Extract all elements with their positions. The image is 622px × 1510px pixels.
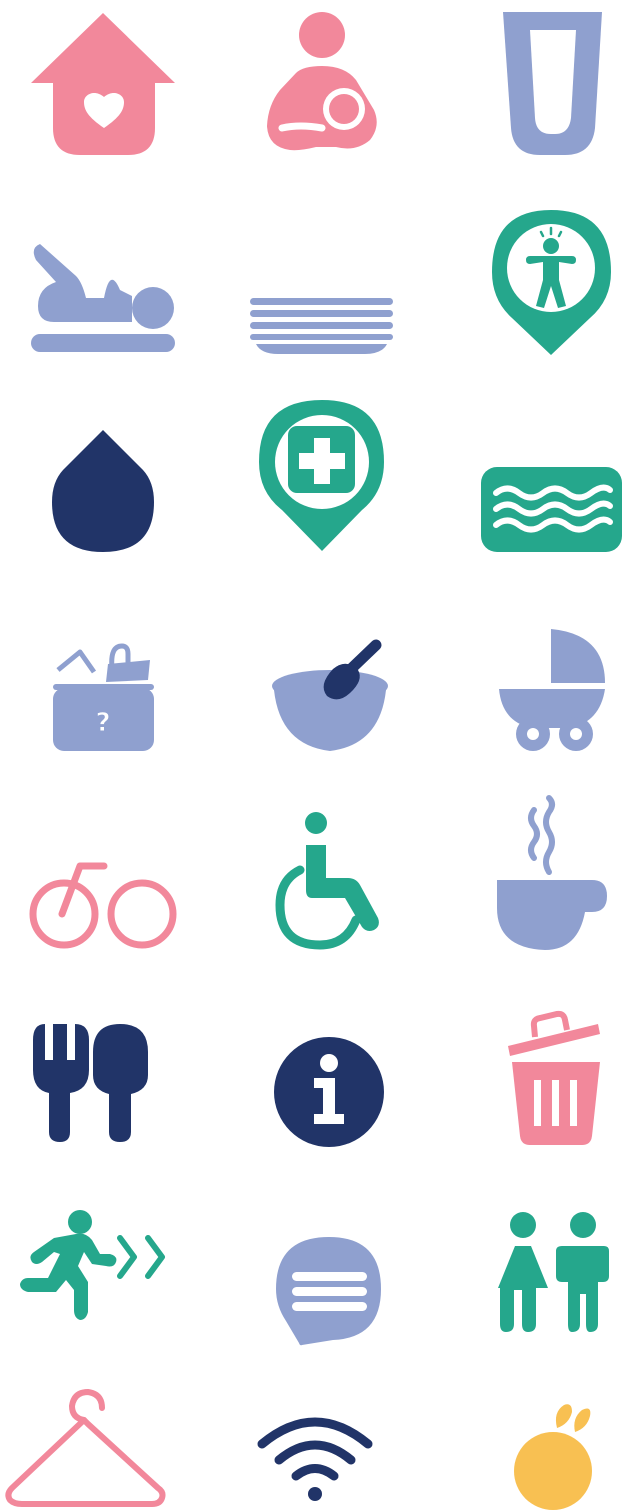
breastfeeding-icon bbox=[267, 12, 377, 151]
swimming-pool-icon bbox=[481, 467, 622, 552]
lost-and-found-box-icon: ? bbox=[53, 643, 154, 751]
restaurant-icon bbox=[33, 1024, 148, 1142]
chat-bubble-icon bbox=[276, 1237, 381, 1346]
toilets-icon bbox=[498, 1212, 609, 1332]
wifi-icon bbox=[257, 1417, 373, 1501]
icon-sheet: ? bbox=[5, 12, 622, 1510]
pram-icon bbox=[499, 629, 605, 751]
fruit-icon bbox=[514, 1404, 592, 1510]
wheelchair-accessible-icon bbox=[275, 812, 379, 950]
hot-drink-icon bbox=[497, 795, 607, 950]
baby-food-bowl-icon bbox=[272, 639, 388, 751]
coat-hanger-icon bbox=[5, 1388, 166, 1507]
trash-bin-icon bbox=[508, 1010, 600, 1145]
first-aid-pin-icon bbox=[259, 400, 384, 551]
child-location-pin-icon bbox=[492, 210, 611, 355]
drinking-glass-icon bbox=[503, 12, 602, 155]
home-heart-icon bbox=[31, 13, 175, 155]
bicycle-icon bbox=[29, 862, 177, 949]
emergency-exit-icon bbox=[20, 1210, 165, 1320]
stacked-plates-icon bbox=[250, 298, 393, 354]
baby-changing-icon bbox=[31, 244, 175, 352]
water-drop-icon bbox=[52, 430, 154, 552]
svg-text:?: ? bbox=[95, 708, 110, 738]
information-icon bbox=[274, 1037, 384, 1147]
